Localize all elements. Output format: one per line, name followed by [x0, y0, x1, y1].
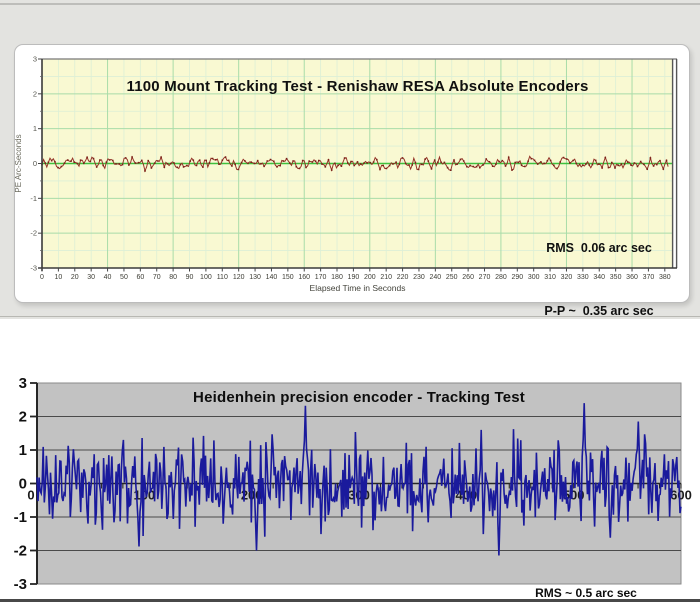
x-tick-label: 20	[71, 274, 79, 281]
x-tick-label: 160	[298, 274, 310, 281]
x-tick-label: 80	[169, 274, 177, 281]
x-tick-label: 250	[446, 274, 458, 281]
top-rms-annotation: RMS 0.06 arc sec	[515, 238, 683, 259]
x-tick-label: 170	[315, 274, 327, 281]
y-tick-label: -3	[30, 264, 37, 273]
y-tick-label: 3	[33, 55, 37, 64]
y-tick-label: -1	[14, 509, 27, 526]
x-tick-label: 10	[54, 274, 62, 281]
x-tick-label: 270	[479, 274, 491, 281]
x-tick-label: 70	[153, 274, 161, 281]
y-tick-label: 0	[33, 159, 37, 168]
x-tick-label: 90	[186, 274, 194, 281]
bottom-chart-stats: RMS ~ 0.5 arc sec P-P ~ 4.0 arc sec	[505, 551, 667, 612]
y-tick-label: -1	[30, 194, 37, 203]
x-tick-label: 260	[462, 274, 474, 281]
y-tick-label: 1	[33, 124, 37, 133]
section-divider-bottom	[0, 599, 700, 602]
x-tick-label: 210	[380, 274, 392, 281]
x-tick-label: 130	[249, 274, 261, 281]
y-axis-title: PE Arc-Seconds	[14, 134, 23, 192]
y-tick-label: -3	[14, 576, 27, 593]
x-tick-label: 0	[40, 274, 44, 281]
x-tick-label: 280	[495, 274, 507, 281]
x-tick-label: 200	[364, 274, 376, 281]
x-tick-label: 150	[282, 274, 294, 281]
page: 3210-1-2-3010203040506070809010011012013…	[0, 0, 700, 612]
y-tick-label: -2	[14, 543, 27, 560]
x-tick-label: 60	[136, 274, 144, 281]
y-tick-label: 3	[19, 375, 27, 392]
y-tick-label: 2	[19, 409, 27, 426]
x-tick-label: 0	[27, 488, 34, 503]
bottom-chart-title: Heidenhein precision encoder - Tracking …	[37, 389, 681, 406]
x-tick-label: 190	[348, 274, 360, 281]
x-tick-label: 100	[200, 274, 212, 281]
x-tick-label: 30	[87, 274, 95, 281]
x-axis-title: Elapsed Time in Seconds	[310, 283, 406, 293]
x-tick-label: 600	[670, 488, 692, 503]
top-pp-annotation: P-P ~ 0.35 arc sec	[515, 301, 683, 322]
x-tick-label: 240	[430, 274, 442, 281]
y-tick-label: 2	[33, 89, 37, 98]
x-tick-label: 180	[331, 274, 343, 281]
y-tick-label: 0	[19, 476, 27, 493]
top-chart-stats: RMS 0.06 arc sec P-P ~ 0.35 arc sec	[515, 196, 683, 364]
x-tick-label: 50	[120, 274, 128, 281]
x-tick-label: 140	[266, 274, 278, 281]
x-tick-label: 110	[217, 274, 228, 281]
top-chart-title: 1100 Mount Tracking Test - Renishaw RESA…	[42, 78, 673, 95]
y-tick-label: 1	[19, 442, 27, 459]
x-tick-label: 120	[233, 274, 245, 281]
x-tick-label: 230	[413, 274, 425, 281]
x-tick-label: 220	[397, 274, 409, 281]
x-tick-label: 40	[104, 274, 112, 281]
y-tick-label: -2	[30, 229, 37, 238]
